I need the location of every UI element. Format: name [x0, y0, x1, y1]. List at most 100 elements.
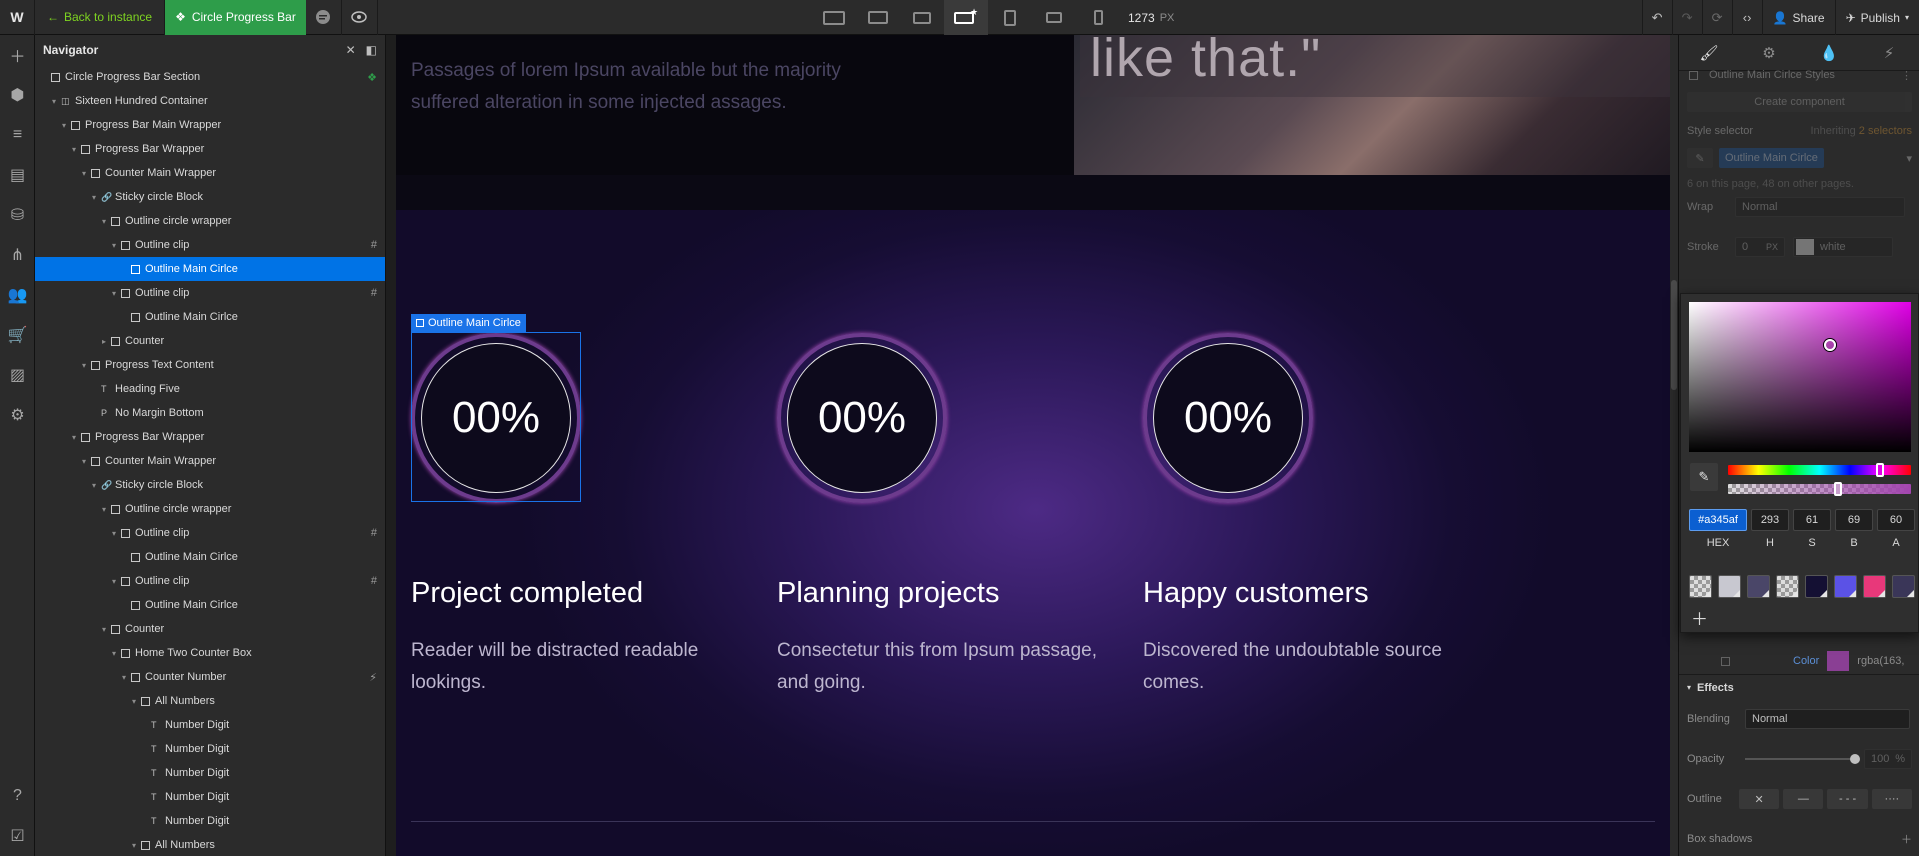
breakpoint-1440-icon[interactable] — [856, 0, 900, 35]
settings-gear-icon[interactable]: ⚙ — [0, 395, 35, 435]
ecommerce-cart-icon[interactable]: 🛒 — [0, 315, 35, 355]
expand-caret-icon[interactable]: ▾ — [109, 241, 119, 250]
selector-edit-icon[interactable]: ✎ — [1687, 148, 1713, 168]
navigator-row[interactable]: ▾ Counter Number ⚡ — [35, 665, 385, 689]
saturation-handle[interactable] — [1824, 339, 1836, 351]
navigator-row[interactable]: P No Margin Bottom — [35, 401, 385, 425]
comments-icon[interactable] — [306, 0, 342, 35]
share-button[interactable]: 👤 Share — [1761, 0, 1835, 35]
expand-caret-icon[interactable]: ▾ — [79, 361, 89, 370]
audit-check-icon[interactable]: ☑ — [0, 816, 35, 856]
expand-caret-icon[interactable]: ▾ — [49, 97, 59, 106]
hex-input[interactable]: #a345af — [1689, 509, 1747, 531]
saturation-brightness-area[interactable] — [1689, 302, 1911, 452]
navigator-row[interactable]: T Number Digit — [35, 761, 385, 785]
breakpoint-1920-icon[interactable] — [812, 0, 856, 35]
expand-caret-icon[interactable]: ▾ — [69, 145, 79, 154]
outline-dashed-icon[interactable]: - - - — [1827, 789, 1868, 809]
publish-button[interactable]: ✈ Publish ▾ — [1834, 0, 1919, 35]
code-icon[interactable]: ‹› — [1731, 0, 1762, 35]
preview-eye-icon[interactable] — [342, 0, 378, 35]
expand-caret-icon[interactable]: ▾ — [109, 577, 119, 586]
navigator-row[interactable]: T Number Digit — [35, 737, 385, 761]
canvas-scrollbar[interactable] — [1670, 35, 1678, 856]
help-icon[interactable]: ? — [0, 776, 35, 816]
expand-caret-icon[interactable]: ▾ — [109, 289, 119, 298]
progress-text-2[interactable]: Consectetur this from Ipsum passage, and… — [777, 635, 1117, 699]
navigator-row[interactable]: ▾ Outline clip # — [35, 569, 385, 593]
back-to-instance-button[interactable]: ← Back to instance — [35, 0, 166, 35]
expand-caret-icon[interactable]: ▾ — [129, 841, 139, 850]
navigator-row[interactable]: T Heading Five — [35, 377, 385, 401]
expand-caret-icon[interactable]: ▾ — [99, 625, 109, 634]
expand-caret-icon[interactable]: ▾ — [99, 505, 109, 514]
users-icon[interactable]: 👥 — [0, 275, 35, 315]
navigator-row[interactable]: ▾ Counter Main Wrapper — [35, 449, 385, 473]
expand-caret-icon[interactable]: ▾ — [129, 697, 139, 706]
selector-field[interactable]: ✎ Outline Main Cirlce ▾ — [1679, 145, 1919, 171]
navigator-row[interactable]: ▾ Progress Bar Main Wrapper — [35, 113, 385, 137]
progress-text-3[interactable]: Discovered the undoubtable source comes. — [1143, 635, 1483, 699]
add-elements-icon[interactable]: ＋ — [0, 35, 35, 75]
navigator-row[interactable]: ▾ ◫ Sixteen Hundred Container — [35, 89, 385, 113]
add-icon[interactable]: ＋ — [1901, 831, 1912, 847]
navigator-row[interactable]: ▾ Outline clip # — [35, 281, 385, 305]
breakpoint-mobile-landscape-icon[interactable] — [1032, 0, 1076, 35]
outline-solid-icon[interactable]: — — [1783, 789, 1824, 809]
chevron-down-icon[interactable]: ▾ — [1906, 152, 1912, 165]
navigator-row[interactable]: ▾ Counter — [35, 617, 385, 641]
color-swatch[interactable] — [1863, 575, 1886, 598]
dock-panel-icon[interactable]: ◧ — [366, 43, 377, 57]
outline-none-icon[interactable]: ✕ — [1738, 789, 1780, 809]
color-swatch[interactable] — [1776, 575, 1799, 598]
breakpoint-1280-icon[interactable] — [900, 0, 944, 35]
navigator-icon[interactable]: ≡ — [0, 115, 35, 155]
eyedropper-icon[interactable]: ✎ — [1690, 463, 1718, 491]
opacity-slider[interactable] — [1745, 754, 1860, 764]
breakpoint-mobile-portrait-icon[interactable] — [1076, 0, 1120, 35]
expand-caret-icon[interactable]: ▾ — [89, 193, 99, 202]
navigator-row[interactable]: ▾ Outline circle wrapper — [35, 497, 385, 521]
navigator-row[interactable]: T Number Digit — [35, 809, 385, 833]
alpha-slider[interactable] — [1728, 482, 1911, 496]
color-swatch[interactable] — [1834, 575, 1857, 598]
navigator-row[interactable]: ▸ Counter — [35, 329, 385, 353]
navigator-row[interactable]: ▾ Progress Bar Wrapper — [35, 137, 385, 161]
wrap-select[interactable]: Normal — [1735, 197, 1905, 217]
cms-database-icon[interactable]: ⛁ — [0, 195, 35, 235]
navigator-row[interactable]: Outline Main Cirlce — [35, 305, 385, 329]
navigator-row[interactable]: ▾ Outline circle wrapper — [35, 209, 385, 233]
progress-circle-3[interactable]: 00% — [1143, 333, 1313, 503]
expand-caret-icon[interactable]: ▾ — [79, 169, 89, 178]
alpha-input[interactable]: 60 — [1877, 509, 1915, 531]
navigator-row[interactable]: Outline Main Cirlce — [35, 545, 385, 569]
components-cube-icon[interactable]: ⬢ — [0, 75, 35, 115]
progress-title-1[interactable]: Project completed — [411, 577, 643, 610]
redo-icon[interactable]: ↷ — [1671, 0, 1702, 35]
progress-text-1[interactable]: Reader will be distracted readable looki… — [411, 635, 751, 699]
navigator-row[interactable]: ▾ Progress Text Content — [35, 353, 385, 377]
expand-caret-icon[interactable]: ▸ — [99, 337, 109, 346]
expand-caret-icon[interactable]: ▾ — [79, 457, 89, 466]
blending-select[interactable]: Normal — [1745, 709, 1910, 729]
navigator-row[interactable]: T Number Digit — [35, 785, 385, 809]
color-swatch[interactable] — [1805, 575, 1828, 598]
testimonial-quote[interactable]: like that." — [1090, 35, 1321, 89]
hue-slider[interactable] — [1728, 463, 1911, 477]
navigator-row[interactable]: ▾ Counter Main Wrapper — [35, 161, 385, 185]
selected-element-tag[interactable]: Outline Main Cirlce — [411, 314, 526, 332]
create-component-button[interactable]: Create component — [1687, 92, 1912, 112]
checkbox[interactable] — [1721, 656, 1730, 666]
component-pill[interactable]: ❖ Circle Progress Bar — [165, 0, 306, 35]
navigator-row[interactable]: T Number Digit — [35, 713, 385, 737]
more-options-icon[interactable]: ⋮ — [1901, 69, 1912, 82]
pages-icon[interactable]: ▤ — [0, 155, 35, 195]
navigator-row[interactable]: ▾ 🔗 Sticky circle Block — [35, 185, 385, 209]
testimonial-paragraph[interactable]: Passages of lorem Ipsum available but th… — [411, 55, 881, 119]
stroke-width-input[interactable]: 0 PX — [1735, 237, 1785, 257]
design-canvas[interactable]: Passages of lorem Ipsum available but th… — [396, 35, 1670, 856]
stroke-color-field[interactable]: white — [1793, 237, 1893, 257]
hue-handle[interactable] — [1876, 463, 1884, 477]
effects-section-header[interactable]: ▾ Effects — [1679, 674, 1919, 700]
progress-title-2[interactable]: Planning projects — [777, 577, 999, 610]
